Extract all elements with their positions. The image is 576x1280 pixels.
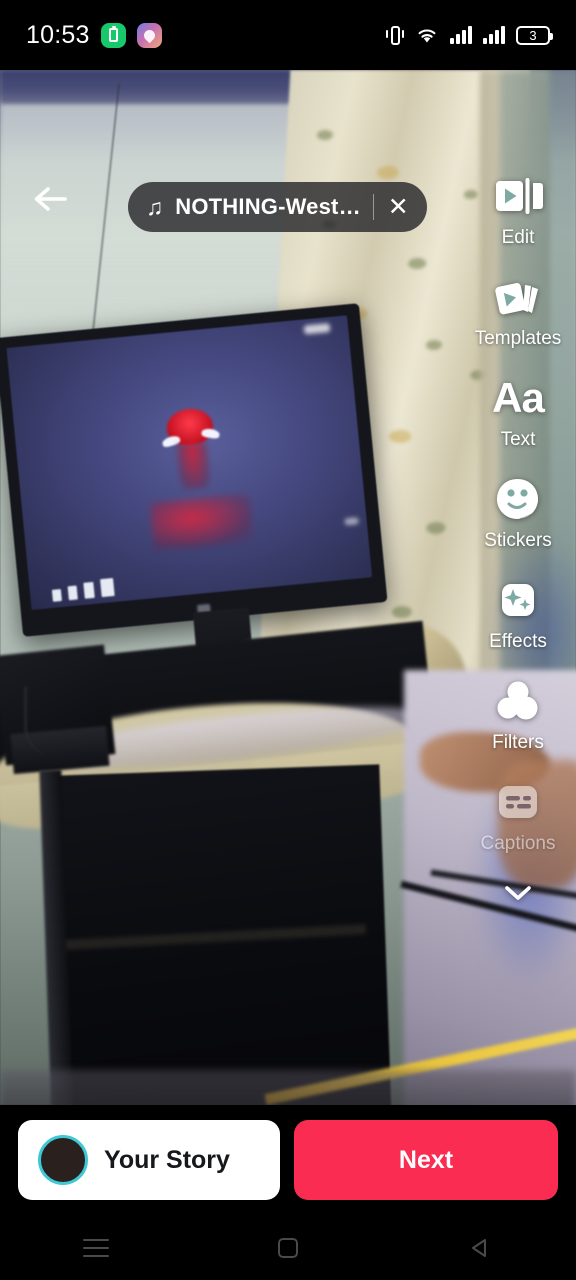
music-track-title: NOTHING-West… (175, 194, 361, 220)
recents-icon (83, 1239, 109, 1257)
app-icon (137, 23, 162, 48)
tools-rail: Edit Templates Aa Text Stickers Effects … (466, 170, 570, 910)
edit-icon (492, 170, 544, 222)
battery-saver-icon (101, 23, 126, 48)
nav-back-button[interactable] (384, 1215, 576, 1280)
tool-label: Filters (492, 732, 544, 754)
text-icon: Aa (492, 372, 544, 424)
next-label: Next (399, 1146, 453, 1175)
divider (373, 194, 374, 220)
tool-text[interactable]: Aa Text (466, 372, 570, 451)
android-nav-bar (0, 1215, 576, 1280)
battery-level: 3 (529, 29, 536, 42)
status-bar: 10:53 ⑓ 3 (0, 0, 576, 70)
tool-label: Text (501, 429, 536, 451)
next-button[interactable]: Next (294, 1120, 558, 1200)
stickers-icon (495, 473, 541, 525)
signal-icon (483, 26, 505, 44)
tool-captions[interactable]: Captions (466, 776, 570, 855)
wifi-icon (415, 25, 439, 45)
tool-templates[interactable]: Templates (466, 271, 570, 350)
status-bar-left: 10:53 ⑓ (26, 21, 173, 50)
tool-stickers[interactable]: Stickers (466, 473, 570, 552)
bottom-action-bar: Your Story Next (0, 1105, 576, 1215)
monitor (0, 303, 388, 637)
back-arrow-icon (32, 184, 72, 214)
nav-recents-button[interactable] (0, 1215, 192, 1280)
tool-label: Edit (502, 227, 535, 249)
effects-icon (495, 574, 541, 626)
phone-screen: 10:53 ⑓ 3 (0, 0, 576, 1280)
signal-icon (450, 26, 472, 44)
your-story-button[interactable]: Your Story (18, 1120, 280, 1200)
tool-label: Stickers (484, 530, 552, 552)
tool-effects[interactable]: Effects (466, 574, 570, 653)
your-story-label: Your Story (104, 1146, 230, 1175)
back-button[interactable] (28, 175, 76, 223)
status-bar-right: 3 (386, 24, 550, 46)
filters-icon (494, 675, 542, 727)
back-icon (469, 1237, 491, 1259)
vibrate-icon (386, 24, 404, 46)
nav-home-button[interactable] (192, 1215, 384, 1280)
home-icon (278, 1238, 298, 1258)
tool-edit[interactable]: Edit (466, 170, 570, 249)
templates-icon (492, 271, 544, 323)
captions-icon (495, 776, 541, 828)
music-track-pill[interactable]: ♫ NOTHING-West… ✕ (128, 182, 427, 232)
chevron-down-icon[interactable] (498, 881, 538, 910)
status-time: 10:53 (26, 21, 90, 50)
music-note-icon: ♫ (146, 196, 163, 219)
close-icon[interactable]: ✕ (386, 195, 411, 220)
story-photo-canvas[interactable]: ♫ NOTHING-West… ✕ Edit Templates Aa Text… (0, 70, 576, 1105)
tool-label: Effects (489, 631, 547, 653)
text-icon-glyph: Aa (492, 377, 544, 419)
tool-filters[interactable]: Filters (466, 675, 570, 754)
battery-icon: 3 (516, 26, 550, 45)
tool-label: Captions (481, 833, 556, 855)
tool-label: Templates (475, 328, 562, 350)
avatar (38, 1135, 88, 1185)
